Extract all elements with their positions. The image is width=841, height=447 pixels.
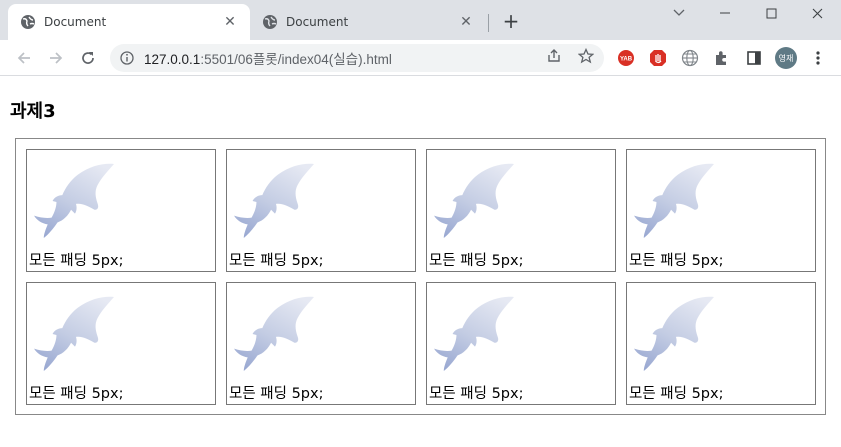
profile-avatar[interactable]: 영재 xyxy=(775,47,797,69)
fish-image xyxy=(234,163,314,239)
forward-icon[interactable] xyxy=(44,46,68,70)
globe-icon xyxy=(263,15,277,29)
close-window-icon[interactable] xyxy=(794,0,840,26)
url-host: 127.0.0.1 xyxy=(144,52,201,67)
card-caption: 모든 패딩 5px; xyxy=(29,253,124,269)
site-info-icon[interactable] xyxy=(120,51,134,65)
card-container: 모든 패딩 5px; 모든 패딩 5px; 모든 패딩 5px; 모든 패딩 5px;… xyxy=(15,138,826,415)
card-caption: 모든 패딩 5px; xyxy=(29,386,124,402)
close-tab-icon[interactable]: ✕ xyxy=(222,14,238,30)
extension-yab-icon[interactable]: YAB xyxy=(616,48,636,68)
svg-text:YAB: YAB xyxy=(620,57,633,63)
card-caption: 모든 패딩 5px; xyxy=(229,253,324,269)
share-icon[interactable] xyxy=(542,44,566,68)
extensions-puzzle-icon[interactable] xyxy=(712,48,732,68)
image-card: 모든 패딩 5px; xyxy=(226,282,416,405)
fish-image xyxy=(34,163,114,239)
image-card: 모든 패딩 5px; xyxy=(626,282,816,405)
card-caption: 모든 패딩 5px; xyxy=(629,253,724,269)
close-tab-icon[interactable]: ✕ xyxy=(458,14,474,30)
globe-icon xyxy=(21,15,35,29)
card-caption: 모든 패딩 5px; xyxy=(629,386,724,402)
tab-document[interactable]: Document ✕ xyxy=(250,4,486,40)
side-panel-icon[interactable] xyxy=(744,48,764,68)
bookmark-star-icon[interactable] xyxy=(574,44,598,68)
tab-title: Document xyxy=(286,15,349,29)
minimize-icon[interactable] xyxy=(702,0,748,26)
image-card: 모든 패딩 5px; xyxy=(426,149,616,272)
tab-separator xyxy=(488,14,489,32)
image-card: 모든 패딩 5px; xyxy=(26,282,216,405)
maximize-icon[interactable] xyxy=(748,0,794,26)
fish-image xyxy=(434,163,514,239)
card-caption: 모든 패딩 5px; xyxy=(429,386,524,402)
toolbar: 127.0.0.1:5501/06플롯/index04(실습).html YAB… xyxy=(0,40,841,76)
extension-adblock-icon[interactable] xyxy=(648,48,668,68)
fish-image xyxy=(634,296,714,372)
card-caption: 모든 패딩 5px; xyxy=(229,386,324,402)
new-tab-button[interactable]: + xyxy=(500,9,522,33)
extension-globe-icon[interactable] xyxy=(680,48,700,68)
image-card: 모든 패딩 5px; xyxy=(226,149,416,272)
tab-search-icon[interactable] xyxy=(656,0,702,26)
fish-image xyxy=(634,163,714,239)
image-card: 모든 패딩 5px; xyxy=(426,282,616,405)
page-content: 과제3 모든 패딩 5px; 모든 패딩 5px; 모든 패딩 5px; 모든 패딩 … xyxy=(0,77,841,447)
card-caption: 모든 패딩 5px; xyxy=(429,253,524,269)
reload-icon[interactable] xyxy=(76,46,100,70)
menu-kebab-icon[interactable] xyxy=(808,48,828,68)
tab-title: Document xyxy=(44,15,107,29)
image-card: 모든 패딩 5px; xyxy=(626,149,816,272)
url-path: :5501/06플롯/index04(실습).html xyxy=(200,52,392,67)
fish-image xyxy=(234,296,314,372)
fish-image xyxy=(434,296,514,372)
tab-document-active[interactable]: Document ✕ xyxy=(8,4,250,40)
fish-image xyxy=(34,296,114,372)
url-text: 127.0.0.1:5501/06플롯/index04(실습).html xyxy=(144,48,392,68)
back-icon[interactable] xyxy=(12,46,36,70)
tab-strip: Document ✕ Document ✕ + xyxy=(0,0,841,40)
address-bar[interactable]: 127.0.0.1:5501/06플롯/index04(실습).html xyxy=(110,44,604,72)
image-card: 모든 패딩 5px; xyxy=(26,149,216,272)
page-heading: 과제3 xyxy=(10,101,56,122)
